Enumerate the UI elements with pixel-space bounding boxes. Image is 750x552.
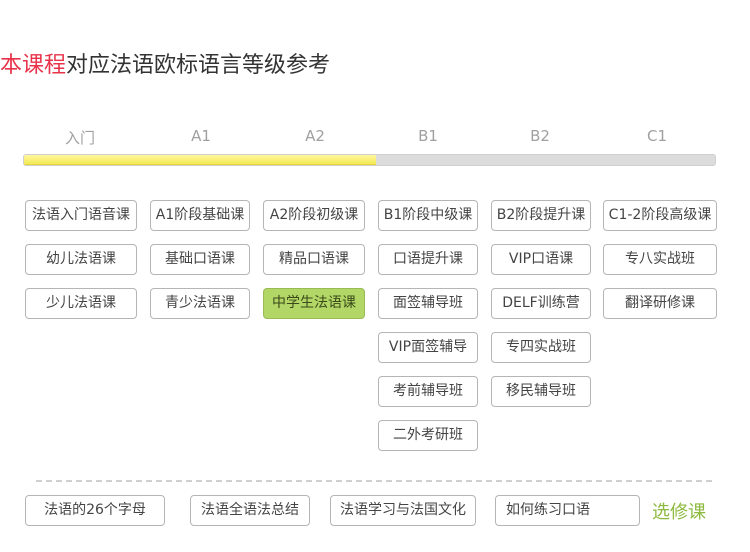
course-button[interactable]: A1阶段基础课: [150, 200, 250, 231]
page-title-highlight: 本课程: [0, 53, 67, 78]
course-button[interactable]: VIP面签辅导: [378, 332, 478, 363]
elective-course-button[interactable]: 法语学习与法国文化: [330, 495, 476, 526]
course-button[interactable]: 基础口语课: [150, 244, 250, 275]
level-label: A1: [191, 127, 211, 145]
course-button[interactable]: 考前辅导班: [378, 376, 478, 407]
course-button[interactable]: DELF训练营: [491, 288, 591, 319]
course-button[interactable]: 二外考研班: [378, 420, 478, 451]
course-button[interactable]: 专四实战班: [491, 332, 591, 363]
course-button[interactable]: 翻译研修课: [603, 288, 717, 319]
level-label: 入门: [64, 129, 95, 147]
course-button[interactable]: A2阶段初级课: [263, 200, 365, 231]
course-button[interactable]: 精品口语课: [263, 244, 365, 275]
course-button[interactable]: 口语提升课: [378, 244, 478, 275]
course-button[interactable]: 移民辅导班: [491, 376, 591, 407]
elective-course-button[interactable]: 法语的26个字母: [25, 495, 165, 526]
elective-course-button[interactable]: 如何练习口语: [495, 495, 640, 526]
course-button[interactable]: 专八实战班: [603, 244, 717, 275]
course-button[interactable]: B1阶段中级课: [378, 200, 478, 231]
dashed-divider: [36, 480, 712, 482]
course-button[interactable]: VIP口语课: [491, 244, 591, 275]
course-button[interactable]: 幼儿法语课: [25, 244, 137, 275]
level-label: A2: [305, 127, 325, 145]
course-button[interactable]: 青少法语课: [150, 288, 250, 319]
level-progress-fill: [24, 155, 376, 165]
level-progress-bar: [23, 154, 716, 166]
course-button[interactable]: C1-2阶段高级课: [603, 200, 717, 231]
elective-course-button[interactable]: 法语全语法总结: [190, 495, 310, 526]
level-label: B2: [530, 127, 550, 145]
elective-label: 选修课: [652, 502, 706, 523]
level-scale: 入门 A1 A2 B1 B2 C1: [0, 127, 750, 147]
level-label: B1: [418, 127, 438, 145]
page-title: 本课程对应法语欧标语言等级参考: [0, 52, 330, 80]
page-title-rest: 对应法语欧标语言等级参考: [66, 53, 331, 78]
course-button[interactable]: 面签辅导班: [378, 288, 478, 319]
level-label: C1: [646, 127, 668, 145]
course-button[interactable]: 法语入门语音课: [25, 200, 137, 231]
course-button[interactable]: 少儿法语课: [25, 288, 137, 319]
course-button-selected[interactable]: 中学生法语课: [263, 288, 365, 319]
course-button[interactable]: B2阶段提升课: [491, 200, 591, 231]
